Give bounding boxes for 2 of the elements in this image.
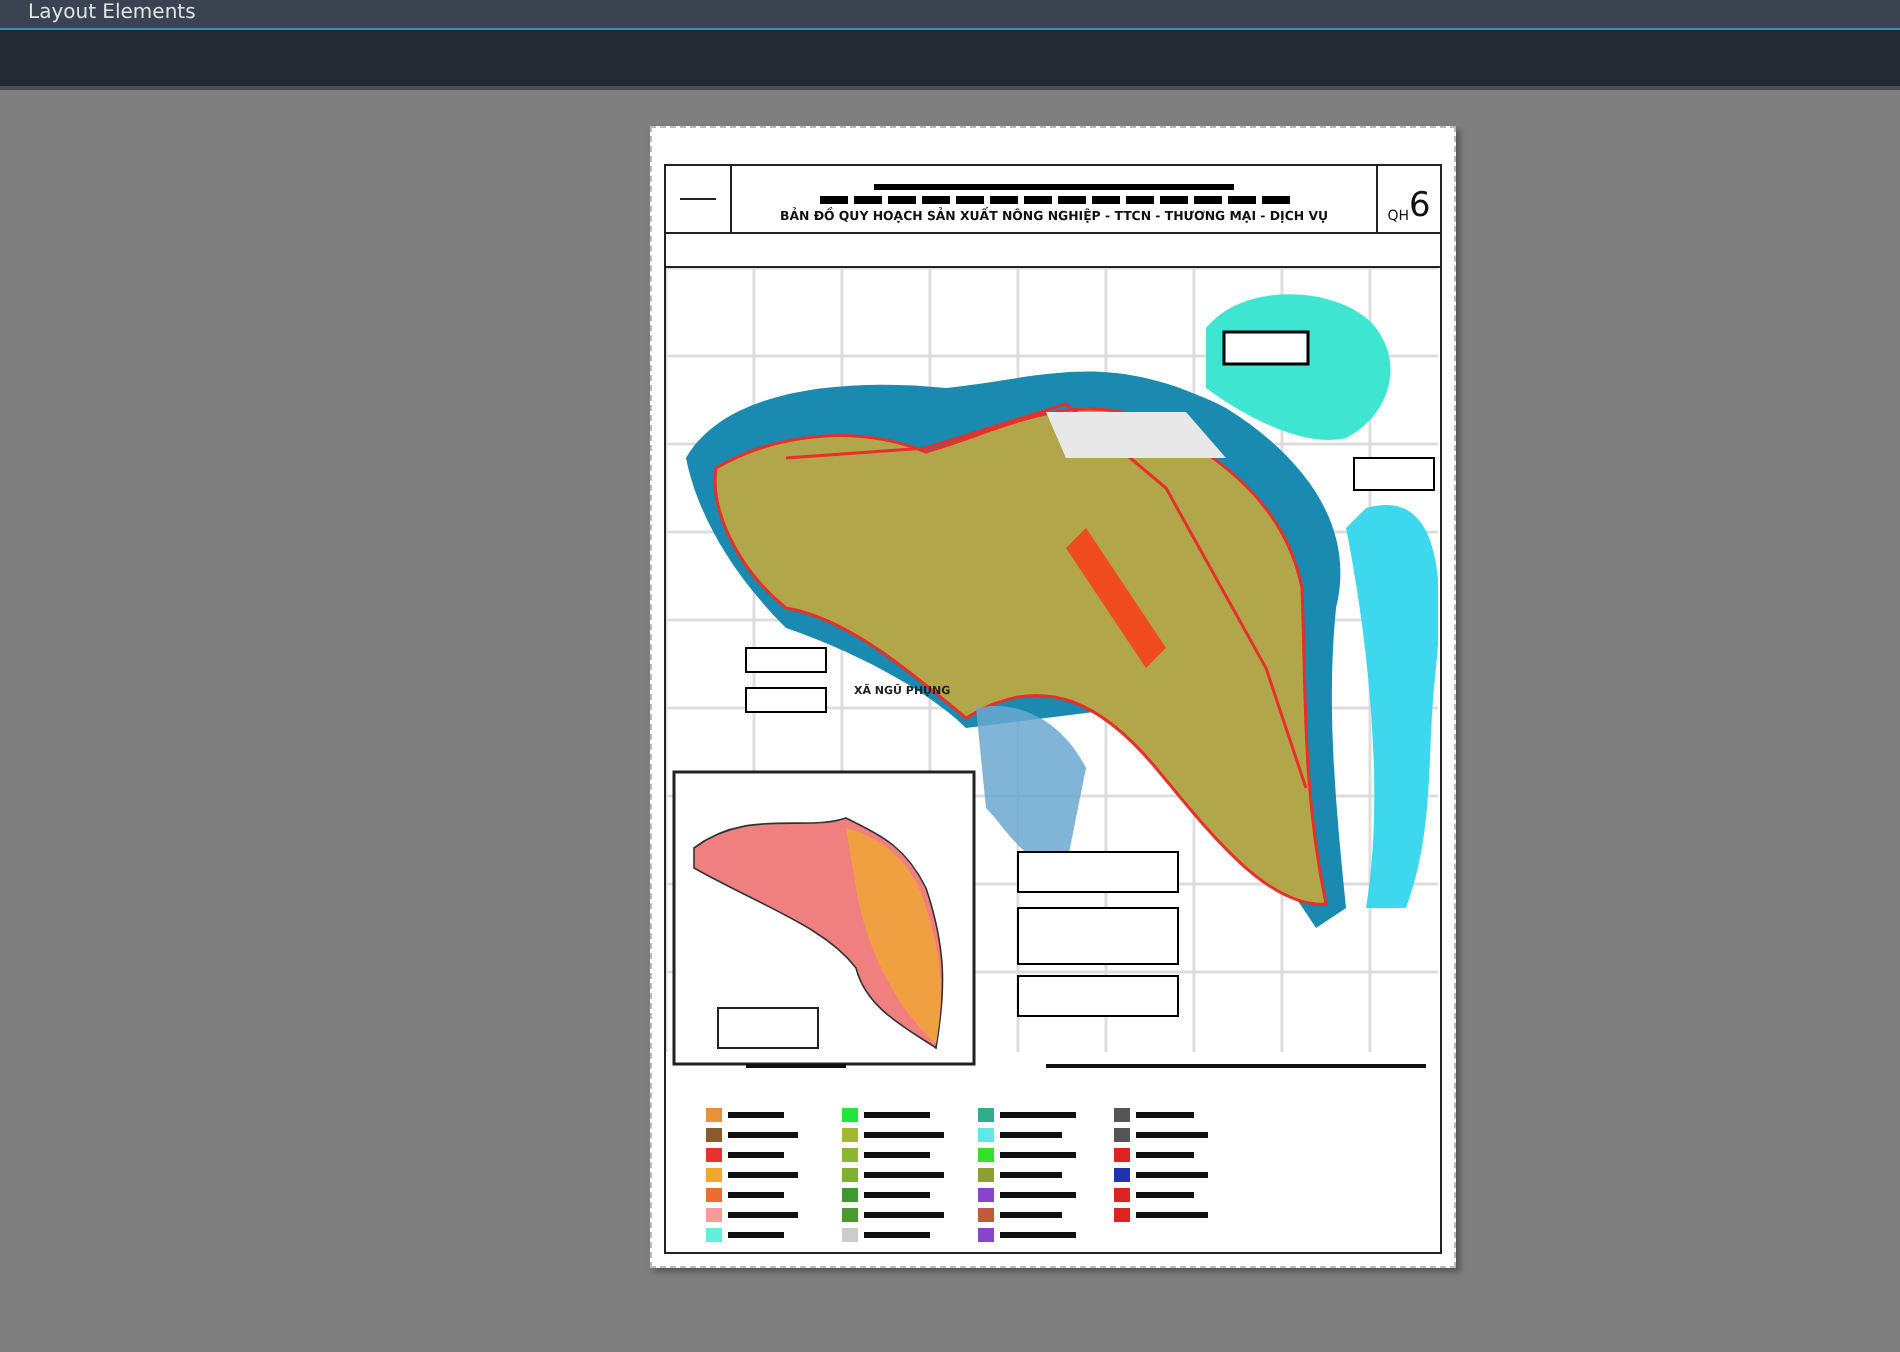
- sheet-number: 6: [1408, 190, 1431, 224]
- panel-title: Layout Elements: [28, 2, 196, 26]
